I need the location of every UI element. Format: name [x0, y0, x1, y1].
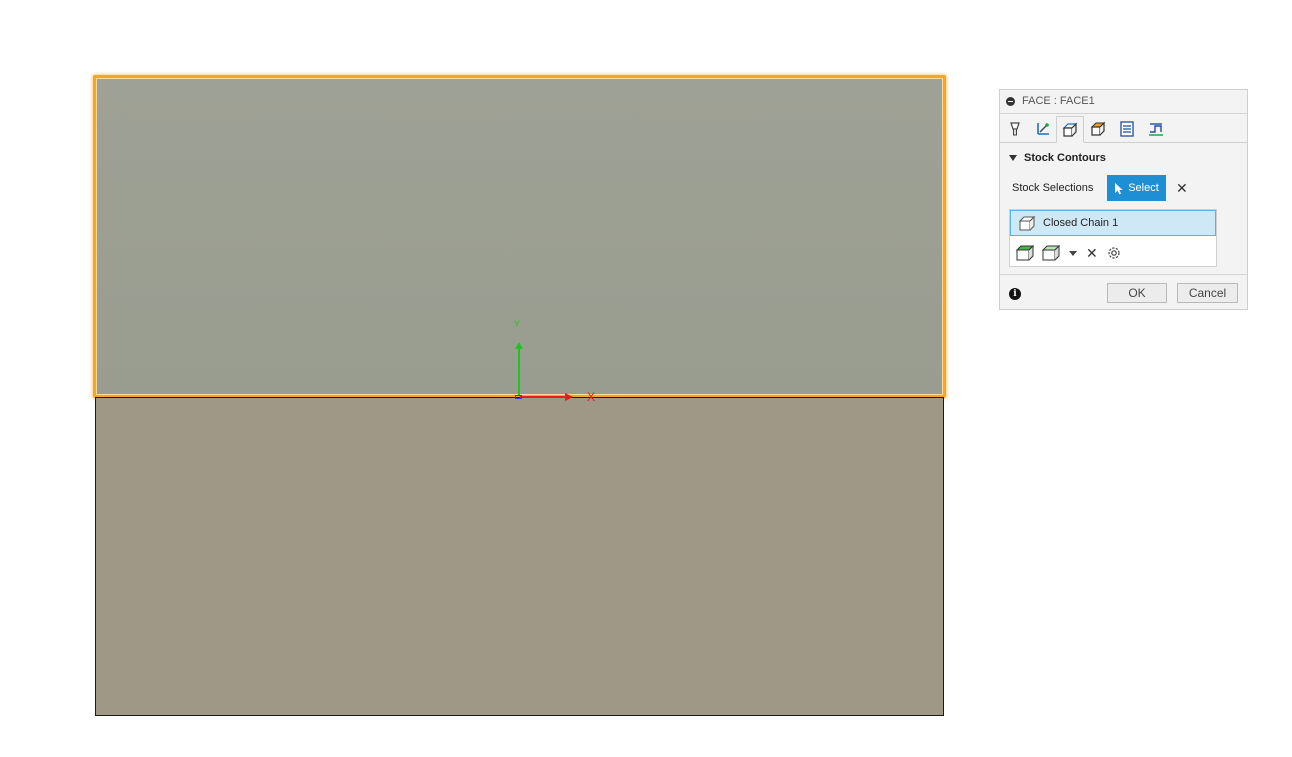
dialog-tabs	[1000, 114, 1247, 143]
face-operation-dialog: FACE : FACE1 Stock Contours Stock Select…	[999, 89, 1248, 310]
chevron-down-icon	[1069, 251, 1077, 256]
stock-selection-list: Closed Chain 1 ✕	[1009, 209, 1217, 267]
stepover-icon	[1149, 123, 1163, 136]
z-axis-marker-icon	[515, 395, 522, 399]
section-stock-contours[interactable]: Stock Contours	[1009, 152, 1106, 164]
remove-chain-button[interactable]: ✕	[1086, 245, 1098, 262]
chain-settings-button[interactable]	[1106, 245, 1122, 261]
tab-stepover[interactable]	[1142, 116, 1170, 142]
tab-geometry[interactable]	[1029, 116, 1057, 142]
footer-divider	[1000, 274, 1247, 275]
tab-heights[interactable]	[1056, 116, 1084, 143]
section-title: Stock Contours	[1024, 152, 1106, 164]
select-button[interactable]: Select	[1107, 175, 1166, 201]
stock-selections-label: Stock Selections	[1012, 182, 1094, 194]
dialog-title-bar: FACE : FACE1	[1000, 90, 1247, 114]
ok-button[interactable]: OK	[1107, 283, 1167, 303]
x-axis-triad	[520, 396, 566, 398]
geometry-icon	[1037, 123, 1049, 135]
add-chain-icon	[1016, 245, 1034, 261]
dialog-title: FACE : FACE1	[1022, 95, 1095, 107]
graphics-viewport[interactable]: Y X	[0, 0, 980, 757]
clear-selection-button[interactable]: ✕	[1176, 181, 1188, 195]
passes-icon	[1090, 121, 1106, 136]
heights-icon	[1062, 122, 1078, 137]
gear-icon	[1108, 247, 1120, 259]
list-item[interactable]: Closed Chain 1	[1010, 210, 1216, 236]
tab-passes[interactable]	[1084, 116, 1112, 142]
collapse-dialog-icon[interactable]	[1006, 97, 1015, 106]
select-button-label: Select	[1128, 182, 1159, 194]
list-toolbar: ✕	[1016, 244, 1130, 262]
add-silhouette-button[interactable]	[1042, 245, 1060, 261]
cancel-button[interactable]: Cancel	[1177, 283, 1238, 303]
chain-face-icon	[1019, 215, 1035, 230]
tab-tool[interactable]	[1001, 116, 1029, 142]
list-item-label: Closed Chain 1	[1043, 217, 1119, 229]
add-chain-button[interactable]	[1016, 245, 1034, 261]
options-dropdown-button[interactable]	[1068, 249, 1078, 257]
y-axis-label: Y	[514, 319, 521, 329]
x-axis-label: X	[587, 390, 596, 404]
y-axis-arrow-icon	[515, 342, 523, 349]
add-silhouette-icon	[1042, 245, 1060, 261]
collapse-triangle-icon	[1009, 155, 1017, 161]
tab-linking[interactable]	[1113, 116, 1141, 142]
x-axis-arrow-icon	[565, 393, 573, 401]
cursor-arrow-icon	[1115, 182, 1123, 194]
info-icon[interactable]: i	[1009, 288, 1021, 300]
linking-icon	[1120, 121, 1134, 137]
tool-icon	[1010, 122, 1020, 136]
y-axis-triad	[518, 348, 520, 396]
stock-body-bottom[interactable]	[95, 397, 944, 716]
